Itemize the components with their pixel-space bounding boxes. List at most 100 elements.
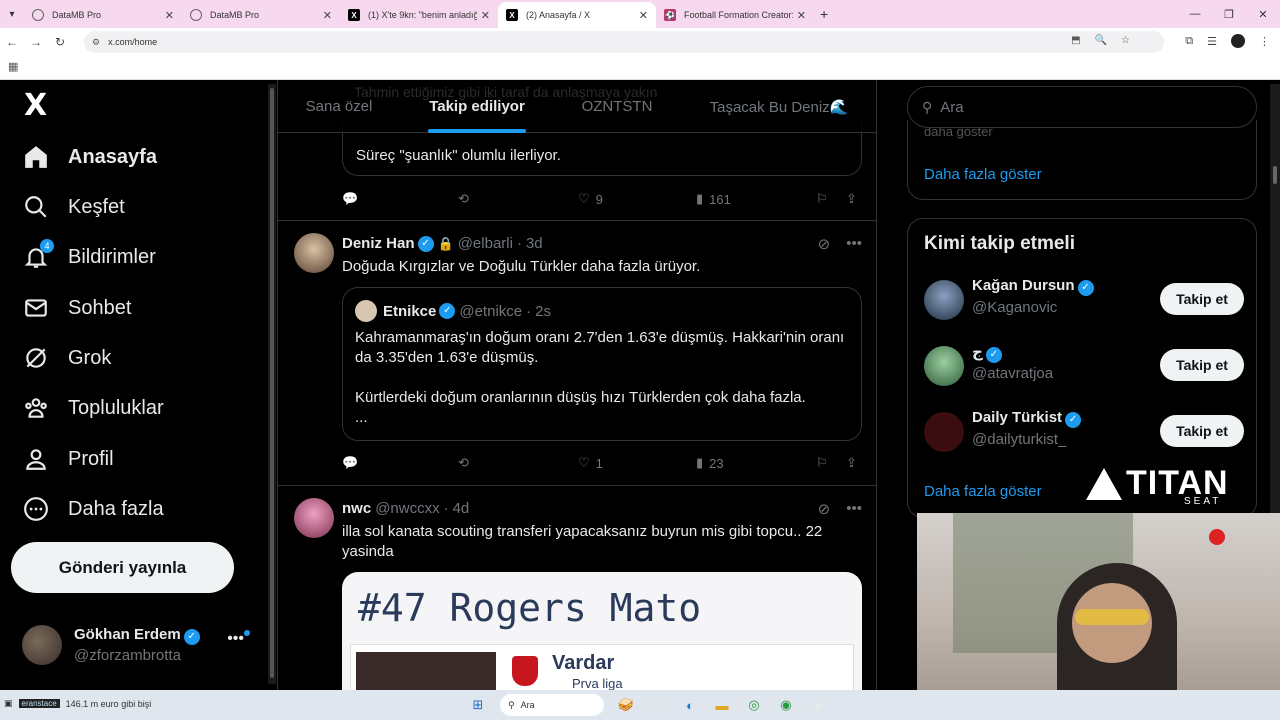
browser-tab[interactable]: X (1) X'te 9kn: "benim anladığım ✕ (340, 2, 498, 28)
account-switcher[interactable]: Gökhan Erdem ✓ @zforzambrotta ••• (22, 620, 258, 670)
browser-tab-active[interactable]: X (2) Anasayfa / X ✕ (498, 2, 656, 28)
bookmarks-bar: ▦ (0, 56, 1280, 80)
install-app-icon[interactable]: ⬒ (1071, 35, 1080, 46)
feed-tabs: Tahmin ettiğimiz gibi iki taraf da anlaş… (278, 80, 876, 133)
retweet-icon[interactable]: ⟲ (458, 455, 469, 471)
browser-tab[interactable]: DataMB Pro ✕ (182, 2, 340, 28)
back-icon[interactable]: ← (0, 35, 24, 49)
site-info-icon[interactable]: ⚙ (92, 37, 100, 48)
tab-following[interactable]: Takip ediliyor (400, 80, 554, 133)
more-options-icon[interactable]: ••• (846, 235, 862, 253)
league-name: Prva liga (572, 676, 623, 690)
retweet-icon[interactable]: ⟲ (458, 191, 469, 207)
tweet[interactable]: Deniz Han ✓ 🔒 @elbarli · 3d ⊘ ••• Doğuda… (278, 221, 876, 485)
nav-item-home[interactable]: Anasayfa (22, 137, 157, 177)
browser-tab[interactable]: ⚽Football Formation Creator: Re✕ (656, 2, 814, 28)
nav-item-more[interactable]: Daha fazla (22, 489, 164, 529)
close-tab-icon[interactable]: ✕ (323, 9, 332, 22)
grok-explain-icon[interactable]: ⊘ (818, 500, 831, 518)
tab-list-ozntstn[interactable]: OZNTSTN (554, 80, 680, 133)
bookmark-icon[interactable]: ⚐ (816, 191, 828, 207)
browser-tab[interactable]: DataMB Pro ✕ (24, 2, 182, 28)
quote-text: Kahramanmaraş'ın doğum oranı 2.7'den 1.6… (355, 329, 845, 426)
reply-icon[interactable]: 💬 (342, 455, 358, 471)
chrome-icon[interactable]: ◎ (744, 695, 764, 715)
url-bar[interactable]: ⚙ x.com/home (84, 31, 1164, 53)
tweet[interactable]: nwc @nwccxx · 4d ⊘ ••• illa sol kanata s… (278, 486, 876, 690)
datamb-favicon-icon (190, 9, 202, 21)
search-input[interactable]: ⚲ Ara (907, 86, 1257, 128)
reply-icon[interactable]: 💬 (342, 191, 358, 207)
url-text: x.com/home (108, 37, 158, 47)
more-options-icon[interactable]: ••• (227, 630, 244, 648)
follow-suggestion[interactable]: Daily Türkist ✓ @dailyturkist_ Takip et (924, 407, 1244, 457)
more-options-icon[interactable]: ••• (846, 500, 862, 518)
bookmark-star-icon[interactable]: ☆ (1121, 35, 1130, 46)
nav-item-messages[interactable]: Sohbet (22, 288, 131, 328)
widgets-icon[interactable]: 🥪 (616, 695, 636, 715)
reading-list-icon[interactable]: ☰ (1207, 35, 1217, 48)
like-button[interactable]: ♡ 9 (578, 191, 603, 207)
forward-icon[interactable]: → (24, 35, 48, 49)
folder-icon[interactable]: ▬ (712, 695, 732, 715)
zoom-icon[interactable]: 🔍 (1095, 35, 1107, 46)
browser-menu-icon[interactable]: ⋮ (1259, 35, 1270, 48)
follow-suggestion[interactable]: Kağan Dursun ✓ @Kaganovic Takip et (924, 275, 1244, 325)
follow-button[interactable]: Takip et (1160, 283, 1244, 315)
tweet-actions: 💬 ⟲ ♡ 9 ▮ 161 ⚐ ⇪ (342, 189, 862, 209)
minimize-icon[interactable]: — (1178, 0, 1212, 28)
x-logo-icon[interactable]: X (24, 88, 47, 123)
windows-start-icon[interactable]: ⊞ (468, 695, 488, 715)
chrome-profile-icon[interactable]: ◉ (776, 695, 796, 715)
follow-button[interactable]: Takip et (1160, 415, 1244, 447)
reload-icon[interactable]: ↻ (48, 35, 72, 49)
home-icon (22, 143, 50, 171)
show-more-link[interactable]: Daha fazla göster (924, 166, 1042, 183)
nav-item-communities[interactable]: Topluluklar (22, 388, 164, 428)
grok-explain-icon[interactable]: ⊘ (818, 235, 831, 253)
left-scrollbar[interactable] (268, 84, 276, 684)
stats-icon: ▮ (696, 191, 704, 206)
apps-grid-icon[interactable]: ▦ (8, 60, 18, 73)
nav-item-explore[interactable]: Keşfet (22, 187, 125, 227)
bookmark-icon[interactable]: ⚐ (816, 455, 828, 471)
nav-item-grok[interactable]: Grok (22, 338, 111, 378)
follow-suggestion[interactable]: ج ✓ @atavratjoa Takip et (924, 341, 1244, 391)
close-tab-icon[interactable]: ✕ (481, 9, 490, 22)
main-feed: Tahmin ettiğimiz gibi iki taraf da anlaş… (277, 80, 877, 690)
close-tab-icon[interactable]: ✕ (165, 9, 174, 22)
profile-avatar-icon[interactable] (1231, 34, 1245, 48)
new-tab-button[interactable]: + (820, 6, 828, 22)
taskbar-search[interactable]: ⚲ Ara (500, 694, 604, 716)
views-button[interactable]: ▮ 23 (696, 455, 724, 471)
tab-for-you[interactable]: Sana özel (278, 80, 400, 133)
nav-item-profile[interactable]: Profil (22, 439, 114, 479)
post-button[interactable]: Gönderi yayınla (11, 542, 234, 593)
like-button[interactable]: ♡ 1 (578, 455, 603, 471)
close-tab-icon[interactable]: ✕ (639, 9, 648, 22)
mail-icon (22, 294, 50, 322)
sponsor-logo: TITAN SEAT (1086, 464, 1236, 508)
extensions-icon[interactable]: ⧉ (1185, 35, 1193, 48)
close-window-icon[interactable]: ✕ (1246, 0, 1280, 28)
avatar (924, 412, 964, 452)
tweet-media-image[interactable]: #47 Rogers Mato Vardar Prva liga (342, 572, 862, 690)
file-explorer-icon[interactable]: ▤ (648, 695, 668, 715)
show-more-link[interactable]: Daha fazla göster (924, 483, 1042, 500)
follow-button[interactable]: Takip et (1160, 349, 1244, 381)
quote-tweet[interactable]: Etnikce ✓ @etnikce · 2s Kahramanmaraş'ın… (342, 287, 862, 441)
datamb-favicon-icon (32, 9, 44, 21)
ticker-icon: ▣ (4, 698, 13, 708)
app-icon[interactable]: ◆ (808, 695, 828, 715)
tab-list-tasacak[interactable]: Taşacak Bu Deniz🌊 (680, 80, 876, 133)
views-button[interactable]: ▮ 161 (696, 191, 731, 207)
trends-panel: daha göster Daha fazla göster (907, 120, 1257, 200)
edge-icon[interactable]: ◐ (680, 695, 700, 715)
close-tab-icon[interactable]: ✕ (797, 9, 806, 22)
restore-icon[interactable]: ❐ (1212, 0, 1246, 28)
nav-item-notifications[interactable]: 4 Bildirimler (22, 237, 156, 277)
tab-search-dropdown[interactable]: ▾ (0, 0, 24, 28)
share-icon[interactable]: ⇪ (846, 455, 857, 471)
x-favicon-icon: X (348, 9, 360, 21)
share-icon[interactable]: ⇪ (846, 191, 857, 207)
